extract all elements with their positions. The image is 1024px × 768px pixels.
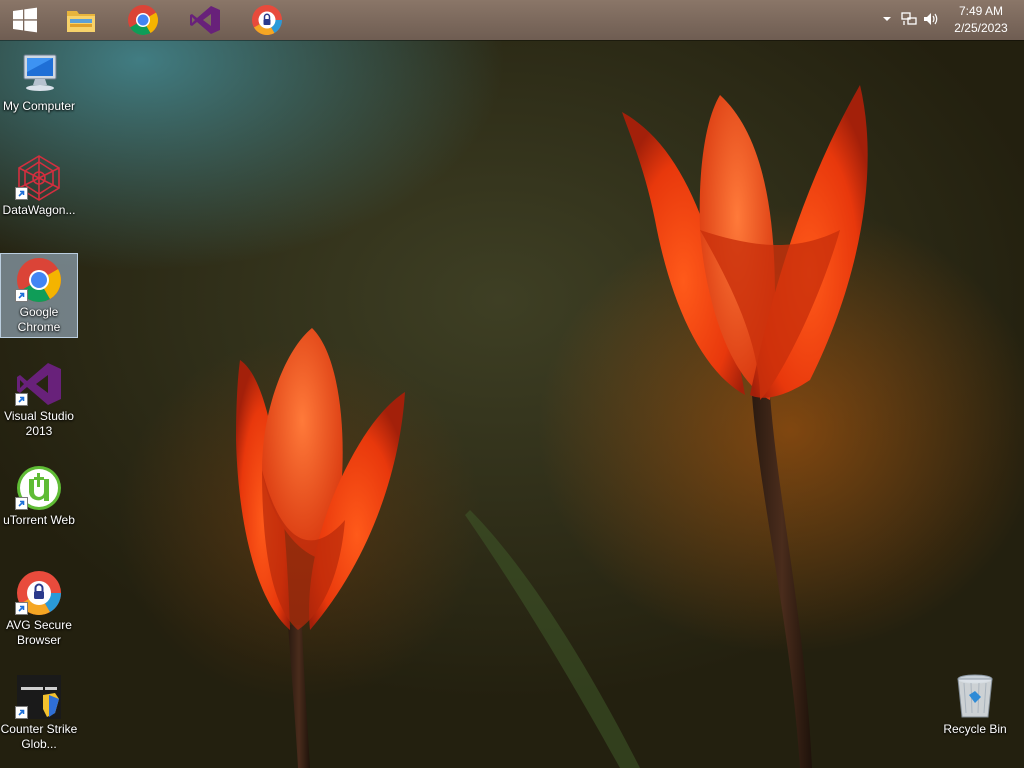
chrome-icon <box>127 4 159 36</box>
start-button[interactable] <box>3 2 47 38</box>
clock-time: 7:49 AM <box>958 4 1004 18</box>
show-hidden-icons-arrow-icon[interactable] <box>878 10 896 28</box>
recycle-bin-icon <box>951 673 999 721</box>
desktop-icon-label: DataWagon... <box>2 203 76 217</box>
desktop-icon-label: Counter Strike Glob... <box>0 722 78 751</box>
taskbar-visual-studio[interactable] <box>183 2 227 38</box>
clock-date: 2/25/2023 <box>954 21 1008 35</box>
desktop-icon-my-computer[interactable]: My Computer <box>0 48 78 114</box>
desktop-icon-datawagon[interactable]: DataWagon... <box>0 152 78 218</box>
clock[interactable]: 7:49 AM 2/25/2023 <box>946 3 1016 37</box>
wallpaper <box>236 85 868 768</box>
desktop-icon-label: Visual Studio 2013 <box>4 409 74 438</box>
desktop-icon-label: My Computer <box>2 99 76 113</box>
desktop-icon-label: Google Chrome <box>17 305 61 334</box>
network-icon[interactable] <box>900 10 918 28</box>
avg-browser-icon <box>251 4 283 36</box>
desktop-icon-label: uTorrent Web <box>3 513 75 527</box>
computer-icon <box>15 50 63 98</box>
chrome-icon <box>15 256 63 304</box>
visual-studio-icon <box>189 4 221 36</box>
taskbar-file-explorer[interactable] <box>59 2 103 38</box>
visual-studio-icon <box>15 360 63 408</box>
desktop-icon-avg-secure-browser[interactable]: AVG Secure Browser <box>0 567 78 648</box>
desktop-icon-google-chrome[interactable]: Google Chrome <box>0 253 78 338</box>
counter-strike-icon <box>15 673 63 721</box>
shortcut-arrow-icon <box>15 602 28 615</box>
shortcut-arrow-icon <box>15 289 28 302</box>
taskbar: 7:49 AM 2/25/2023 <box>0 0 1024 40</box>
desktop-icon-utorrent-web[interactable]: uTorrent Web <box>0 462 78 528</box>
folder-icon <box>65 5 97 35</box>
shortcut-arrow-icon <box>15 393 28 406</box>
desktop-icon-label: Recycle Bin <box>943 722 1007 736</box>
taskbar-google-chrome[interactable] <box>121 2 165 38</box>
system-tray: 7:49 AM 2/25/2023 <box>864 0 1024 40</box>
windows-logo-icon <box>12 7 38 33</box>
desktop-icon-counter-strike[interactable]: Counter Strike Glob... <box>0 671 78 752</box>
volume-icon[interactable] <box>922 10 940 28</box>
utorrent-icon <box>15 464 63 512</box>
desktop-icon-recycle-bin[interactable]: Recycle Bin <box>936 671 1014 737</box>
shortcut-arrow-icon <box>15 497 28 510</box>
desktop-icon-visual-studio[interactable]: Visual Studio 2013 <box>0 358 78 439</box>
taskbar-avg-secure-browser[interactable] <box>245 2 289 38</box>
avg-browser-icon <box>15 569 63 617</box>
datawagon-icon <box>15 154 63 202</box>
desktop[interactable]: 7:49 AM 2/25/2023 My Computer DataWagon.… <box>0 0 1024 768</box>
shortcut-arrow-icon <box>15 706 28 719</box>
desktop-icon-label: AVG Secure Browser <box>6 618 72 647</box>
shortcut-arrow-icon <box>15 187 28 200</box>
